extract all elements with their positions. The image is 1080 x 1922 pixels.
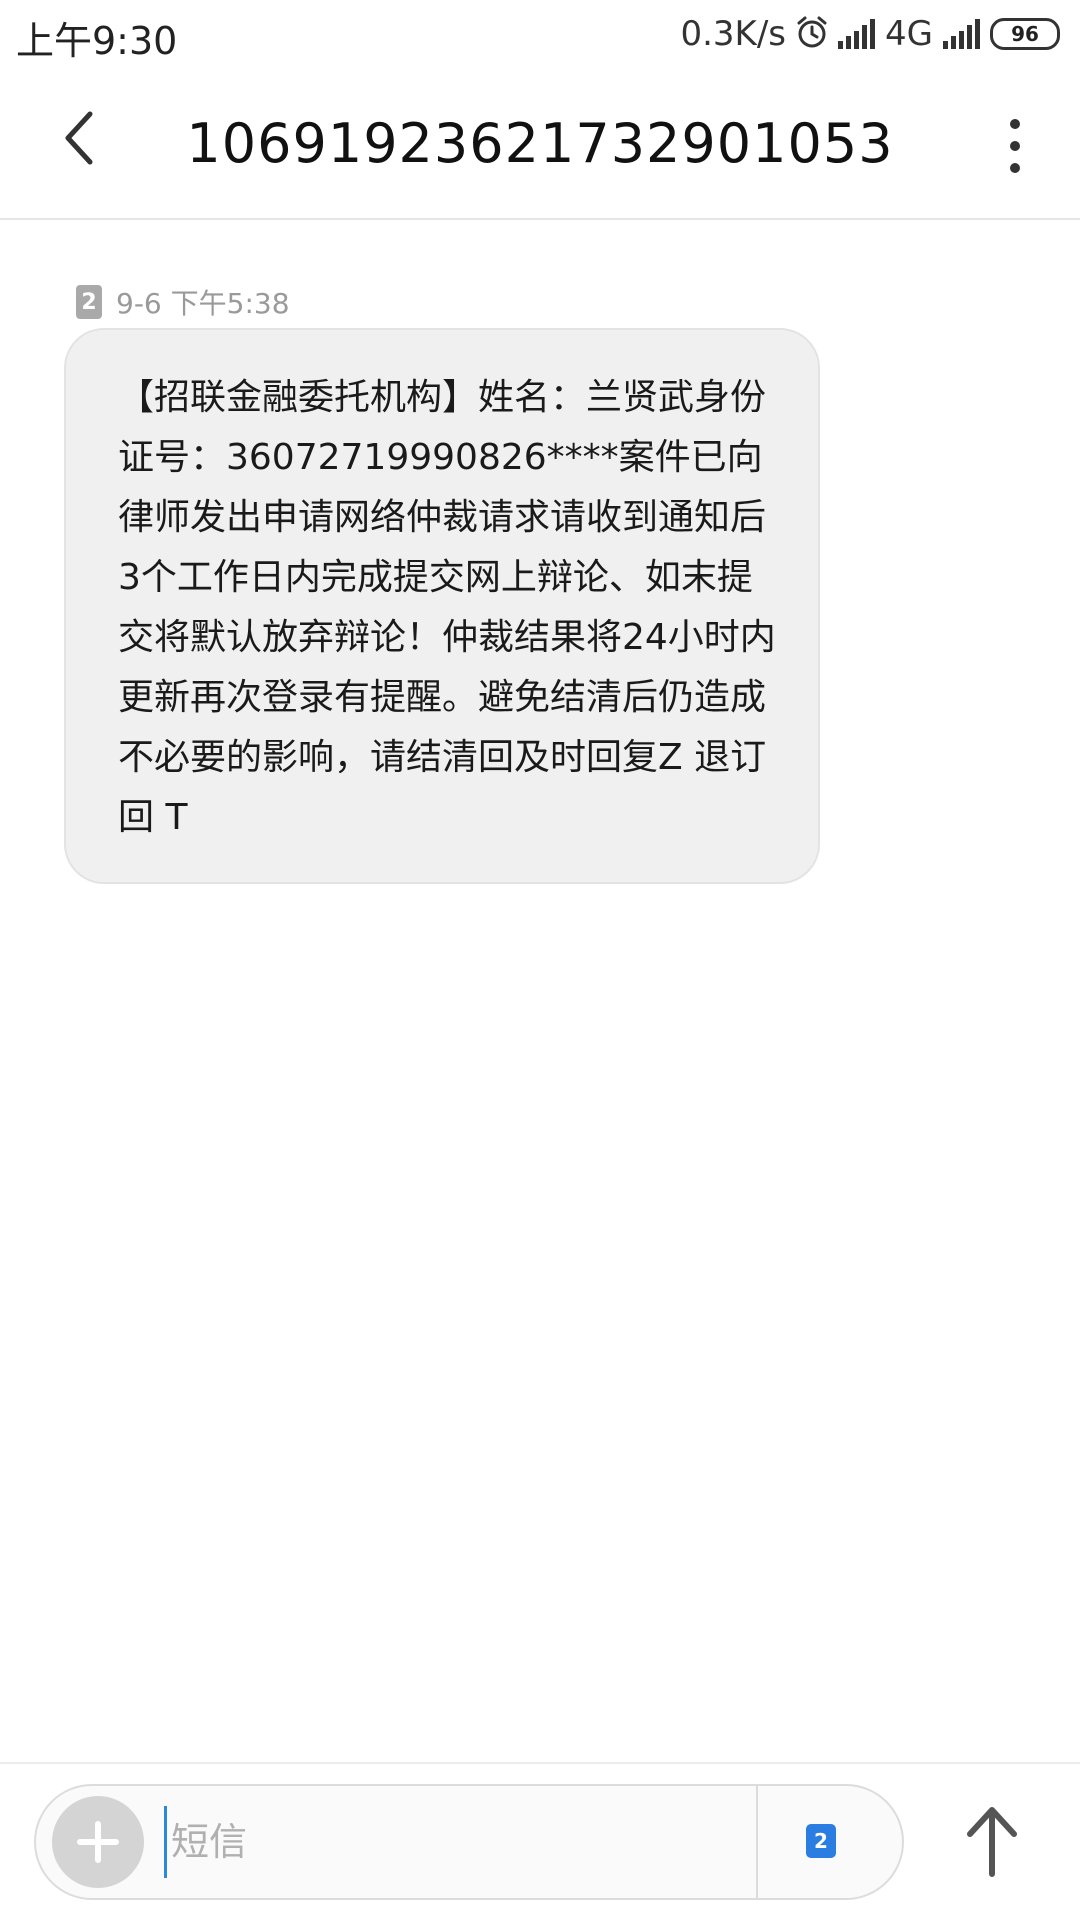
network-type: 4G	[885, 14, 933, 54]
composer-bar: 2	[0, 1762, 1080, 1922]
more-options-button[interactable]	[1000, 116, 1030, 176]
divider	[756, 1786, 758, 1898]
send-button[interactable]	[962, 1802, 1022, 1878]
message-bubble[interactable]: 【招联金融委托机构】姓名：兰贤武身份证号：36072719990826****案…	[64, 328, 820, 884]
message-timestamp: 9-6 下午5:38	[116, 287, 290, 320]
conversation-title: 10691923621732901053	[186, 112, 894, 175]
signal-icon	[838, 19, 876, 49]
compose-field-container: 2	[34, 1784, 904, 1900]
network-speed: 0.3K/s	[680, 14, 787, 54]
message-body: 【招联金融委托机构】姓名：兰贤武身份证号：36072719990826****案…	[118, 377, 776, 838]
battery-level: 96	[1011, 22, 1039, 46]
signal-icon	[943, 19, 980, 49]
status-indicators: 0.3K/s 4G 96	[680, 12, 1060, 56]
message-input[interactable]	[164, 1806, 771, 1878]
arrow-up-icon	[967, 1807, 1017, 1877]
sim-badge: 2	[76, 285, 102, 319]
status-bar: 上午9:30 0.3K/s 4G 96	[0, 0, 1080, 70]
alarm-icon	[796, 15, 828, 53]
message-meta: 2 9-6 下午5:38	[76, 284, 290, 320]
plus-icon	[77, 1821, 119, 1863]
sim-select-label: 2	[814, 1829, 828, 1853]
sim-select-button[interactable]: 2	[806, 1824, 836, 1858]
back-button[interactable]	[60, 108, 120, 178]
add-attachment-button[interactable]	[52, 1796, 144, 1888]
battery-icon: 96	[990, 18, 1060, 50]
more-vertical-icon	[1010, 119, 1020, 173]
conversation-header: 10691923621732901053	[0, 70, 1080, 220]
chevron-left-icon	[65, 111, 93, 165]
status-time: 上午9:30	[16, 19, 178, 63]
